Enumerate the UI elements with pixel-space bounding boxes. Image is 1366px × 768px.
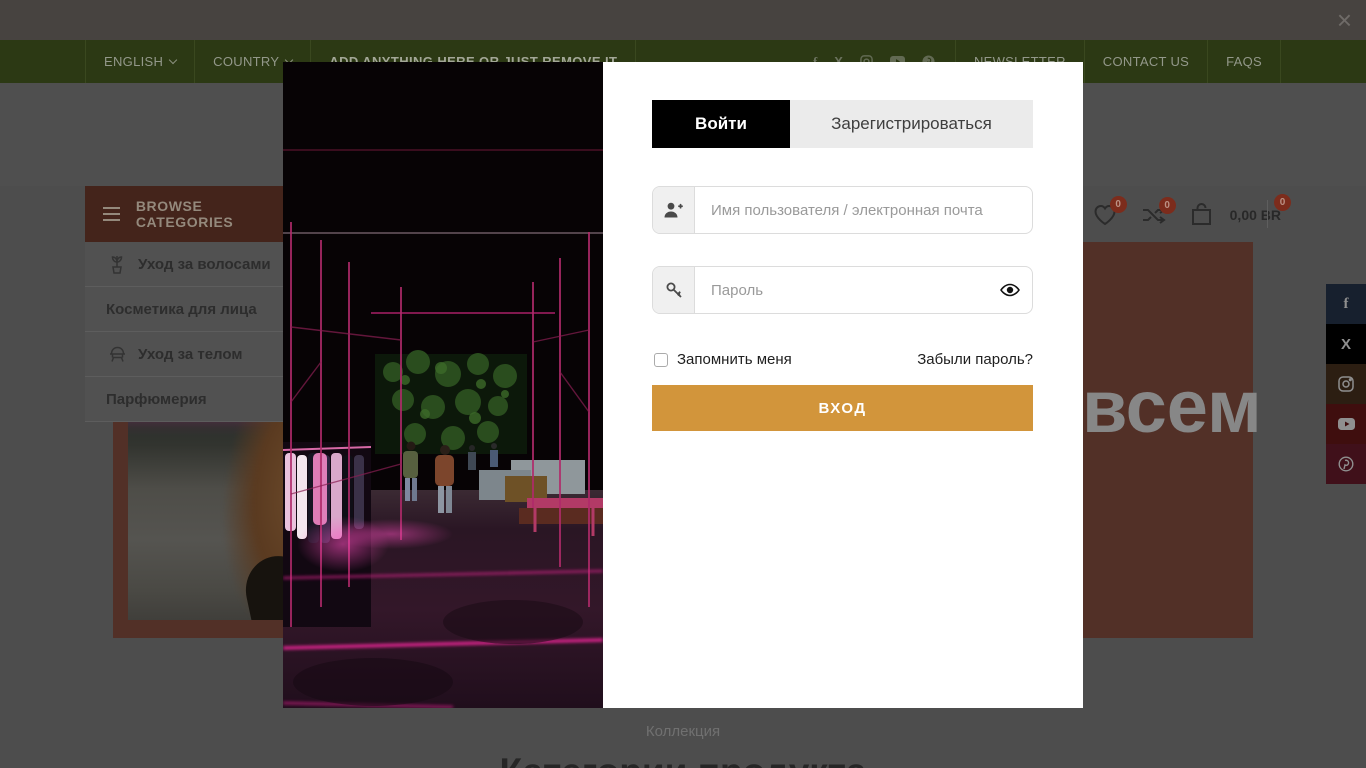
sidebar-item-label: Уход за телом <box>138 346 242 363</box>
compare-count-badge: 0 <box>1159 197 1176 214</box>
language-dropdown[interactable]: ENGLISH <box>85 40 194 83</box>
browse-categories-label: BROWSE CATEGORIES <box>136 198 285 230</box>
pinterest-icon[interactable] <box>1326 444 1366 484</box>
user-plus-icon <box>653 187 695 233</box>
password-field-wrap <box>652 266 1033 314</box>
faqs-link[interactable]: FAQS <box>1207 40 1281 83</box>
sidebar-item-face-cosmetics[interactable]: Косметика для лица <box>85 287 285 332</box>
sidebar-item-label: Косметика для лица <box>106 301 257 318</box>
vanity-icon <box>106 345 128 363</box>
cart-count-badge: 0 <box>1274 194 1291 211</box>
wishlist-count-badge: 0 <box>1110 196 1127 213</box>
auth-tabs: Войти Зарегистрироваться <box>652 100 1033 148</box>
hero-headline: всем <box>1082 370 1262 444</box>
username-input[interactable] <box>695 187 1032 233</box>
remember-me-checkbox[interactable] <box>654 353 668 367</box>
youtube-icon[interactable] <box>1326 404 1366 444</box>
login-modal: Войти Зарегистрироваться <box>283 62 1083 708</box>
forgot-password-link[interactable]: Забыли пароль? <box>917 351 1033 368</box>
instagram-icon[interactable] <box>1326 364 1366 404</box>
remember-me-label[interactable]: Запомнить меня <box>677 351 792 368</box>
x-twitter-icon[interactable]: X <box>1326 324 1366 364</box>
collection-label: Коллекция <box>0 723 1366 740</box>
sidebar-item-perfumery[interactable]: Парфюмерия <box>85 377 285 422</box>
product-categories-heading: Категории продукта <box>0 751 1366 768</box>
login-form: Войти Зарегистрироваться <box>603 62 1083 708</box>
facebook-icon[interactable]: f <box>1326 284 1366 324</box>
shopping-bag-icon <box>1190 202 1213 227</box>
social-sidebar: f X <box>1326 284 1366 484</box>
wishlist-button[interactable]: 0 <box>1093 204 1117 226</box>
username-field-wrap <box>652 186 1033 234</box>
nav-divider <box>1267 200 1268 228</box>
compare-button[interactable]: 0 <box>1141 205 1166 225</box>
overlay-top-strip <box>0 0 1366 40</box>
password-input[interactable] <box>695 267 1032 313</box>
sidebar-item-body-care[interactable]: Уход за телом <box>85 332 285 377</box>
sidebar-item-label: Парфюмерия <box>106 391 207 408</box>
browse-categories-button[interactable]: BROWSE CATEGORIES <box>85 186 285 242</box>
chevron-down-icon <box>169 55 177 63</box>
show-password-toggle[interactable] <box>1000 267 1020 313</box>
categories-menu: Уход за волосами Косметика для лица Уход… <box>85 242 285 422</box>
cart-total: 0,00 BR <box>1230 207 1281 223</box>
key-icon <box>653 267 695 313</box>
eye-icon <box>1000 283 1020 297</box>
country-label: COUNTRY <box>213 54 279 69</box>
language-label: ENGLISH <box>104 54 163 69</box>
hamburger-icon <box>103 207 120 221</box>
sidebar-item-label: Уход за волосами <box>138 256 271 273</box>
modal-close-icon[interactable]: × <box>1337 4 1352 36</box>
tab-register[interactable]: Зарегистрироваться <box>790 100 1033 148</box>
login-submit-button[interactable]: ВХОД <box>652 385 1033 431</box>
sidebar-item-hair-care[interactable]: Уход за волосами <box>85 242 285 287</box>
contact-us-link[interactable]: CONTACT US <box>1084 40 1207 83</box>
plant-icon <box>106 254 128 274</box>
store-photo <box>283 62 603 708</box>
tab-login[interactable]: Войти <box>652 100 790 148</box>
